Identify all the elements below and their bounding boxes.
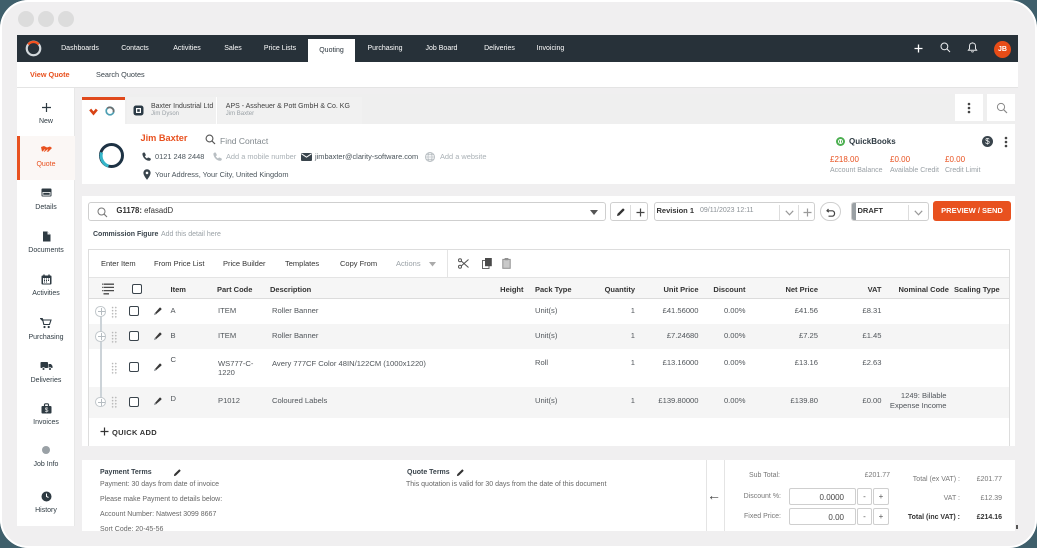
svg-text:$: $ xyxy=(44,407,48,414)
svg-text:$: $ xyxy=(985,137,990,146)
